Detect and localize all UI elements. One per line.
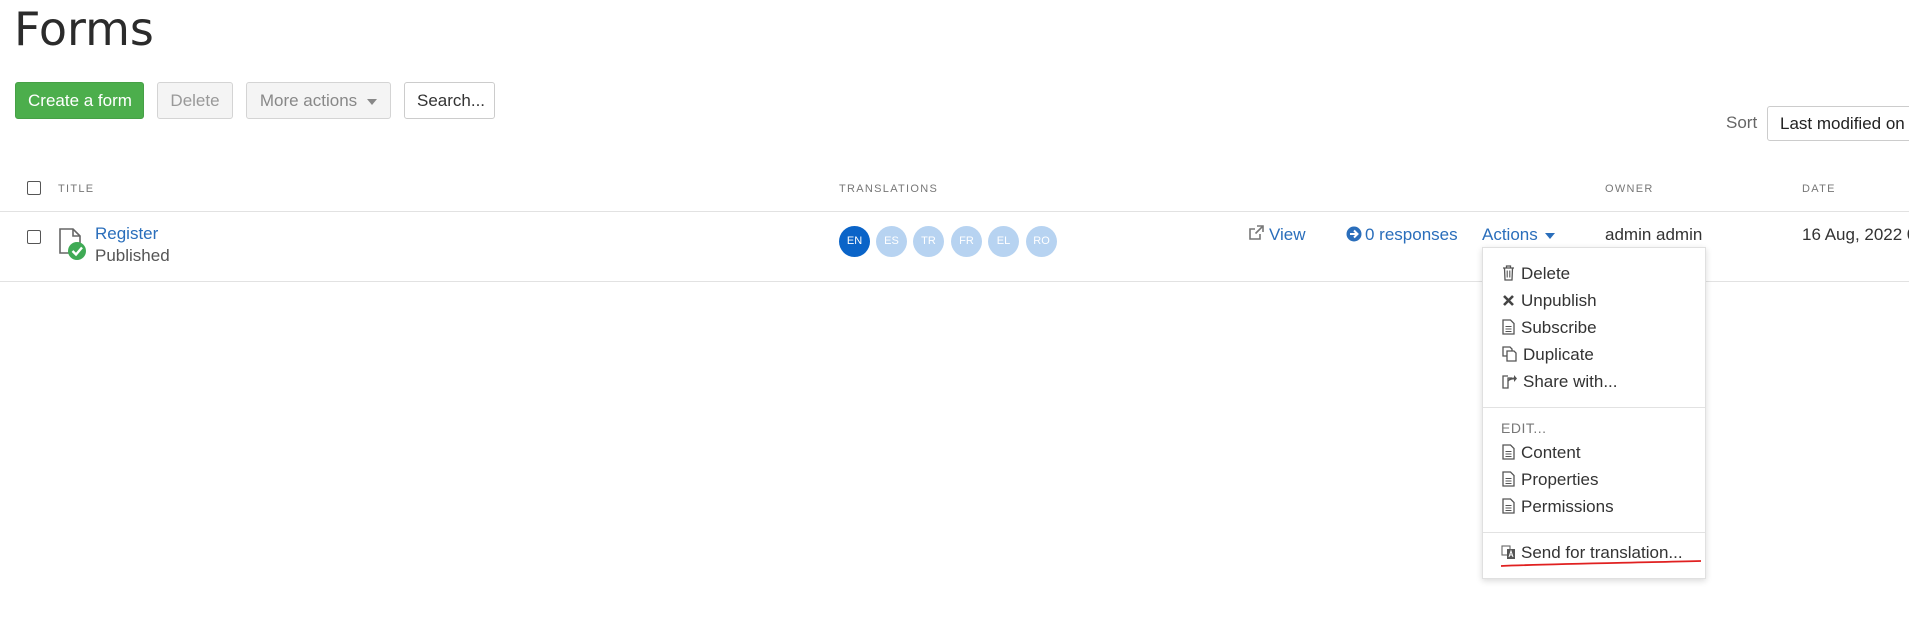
menu-divider [1483, 407, 1705, 408]
share-icon [1502, 375, 1517, 389]
edit-section-header: EDIT... [1501, 420, 1547, 436]
menu-item-label: Subscribe [1521, 318, 1597, 337]
menu-item-permissions[interactable]: Permissions [1501, 497, 1614, 517]
actions-dropdown-toggle[interactable]: Actions [1482, 225, 1556, 245]
sort-label: Sort [1726, 113, 1758, 132]
modified-date: 16 Aug, 2022 0 [1802, 225, 1909, 244]
red-underline-annotation [1500, 560, 1702, 567]
menu-item-label: Unpublish [1521, 291, 1597, 310]
owner-name: admin admin [1605, 225, 1703, 244]
translation-en[interactable]: EN [839, 226, 870, 257]
menu-item-label: Properties [1521, 470, 1599, 489]
close-icon [1503, 295, 1514, 306]
chevron-down-icon [1545, 232, 1556, 239]
header-owner: OWNER [1605, 183, 1654, 195]
menu-item-delete[interactable]: Delete [1501, 264, 1570, 284]
view-label: View [1269, 225, 1306, 244]
more-actions-label: More actions [259, 91, 358, 110]
actions-label: Actions [1482, 225, 1538, 244]
menu-item-unpublish[interactable]: Unpublish [1501, 291, 1597, 311]
header-title: TITLE [58, 183, 95, 195]
more-actions-button[interactable]: More actions [246, 82, 391, 119]
search-button[interactable]: Search... [404, 82, 495, 119]
document-icon [1502, 319, 1515, 335]
document-icon [1502, 444, 1515, 460]
form-status: Published [95, 246, 170, 265]
sort-select[interactable]: Last modified on [1767, 106, 1909, 141]
menu-divider [1483, 532, 1705, 533]
menu-item-content[interactable]: Content [1501, 443, 1581, 463]
document-icon [1502, 498, 1515, 514]
menu-item-subscribe[interactable]: Subscribe [1501, 318, 1597, 338]
menu-item-properties[interactable]: Properties [1501, 470, 1598, 490]
menu-item-label: Delete [1521, 264, 1571, 283]
menu-item-share[interactable]: Share with... [1501, 372, 1618, 392]
select-all-checkbox[interactable] [27, 181, 41, 195]
arrow-circle-right-icon [1346, 226, 1362, 242]
row-checkbox[interactable] [27, 230, 41, 244]
menu-item-label: Permissions [1521, 497, 1614, 516]
menu-item-label: Share with... [1523, 372, 1618, 391]
menu-item-label: Content [1521, 443, 1581, 462]
translation-el[interactable]: EL [988, 226, 1019, 257]
responses-label: 0 responses [1365, 225, 1458, 244]
header-date: DATE [1802, 183, 1836, 195]
copy-icon [1502, 346, 1517, 362]
form-title-link[interactable]: Register [95, 224, 158, 244]
translation-fr[interactable]: FR [951, 226, 982, 257]
menu-item-label: Duplicate [1523, 345, 1594, 364]
forms-page: Forms Create a form Delete More actions … [0, 0, 1909, 643]
translation-tr[interactable]: TR [913, 226, 944, 257]
translate-icon [1501, 545, 1515, 559]
translation-ro[interactable]: RO [1026, 226, 1057, 257]
translation-es[interactable]: ES [876, 226, 907, 257]
table-header: TITLE TRANSLATIONS OWNER DATE [0, 176, 1909, 212]
create-form-button[interactable]: Create a form [15, 82, 144, 119]
delete-button[interactable]: Delete [157, 82, 233, 119]
header-translations: TRANSLATIONS [839, 183, 939, 195]
view-link[interactable]: View [1248, 225, 1306, 245]
menu-item-duplicate[interactable]: Duplicate [1501, 345, 1594, 365]
trash-icon [1503, 265, 1514, 281]
chevron-down-icon [367, 98, 378, 105]
document-icon [1502, 471, 1515, 487]
actions-menu: Delete Unpublish Subscribe Duplicate Sha… [1482, 247, 1706, 579]
page-title: Forms [14, 2, 154, 56]
responses-link[interactable]: 0 responses [1346, 225, 1458, 245]
external-link-icon [1249, 225, 1264, 240]
published-document-icon [59, 228, 86, 260]
